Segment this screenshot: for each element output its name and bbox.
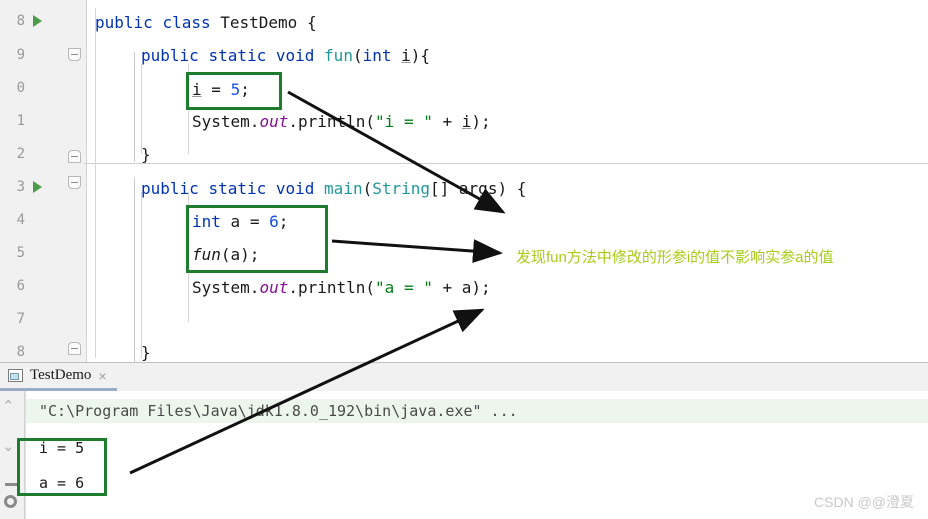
fold-toggle-icon[interactable] [68, 150, 81, 163]
watermark: CSDN @@澄夏 [814, 494, 914, 510]
code-line[interactable]: public static void main(String[] args) { [141, 181, 526, 197]
console-tab-testdemo[interactable]: TestDemo × [0, 363, 117, 391]
line-number: 4 [16, 212, 25, 228]
console-tab-label: TestDemo [30, 367, 92, 383]
line-number-gutter: 8 9 0 1 2 3 4 5 6 7 8 [0, 0, 28, 362]
fold-toggle-icon[interactable] [68, 48, 81, 61]
line-number: 3 [16, 179, 25, 195]
indent-guide [141, 64, 142, 154]
console-window-icon [8, 369, 23, 382]
rerun-icon[interactable] [4, 495, 17, 508]
highlight-box-main-call [186, 205, 328, 273]
scroll-down-icon[interactable]: ⌄ [2, 439, 15, 454]
line-number: 9 [16, 47, 25, 63]
run-gutter-icon[interactable] [33, 15, 42, 27]
code-line[interactable]: public static void fun(int i){ [141, 48, 430, 64]
close-icon[interactable]: × [98, 369, 106, 383]
highlight-box-output [17, 438, 107, 496]
console-tab-bar: TestDemo × [0, 363, 928, 391]
indent-guide [141, 192, 142, 358]
code-line[interactable]: } [141, 147, 151, 163]
line-number: 7 [16, 311, 25, 327]
stop-icon[interactable] [5, 483, 17, 486]
line-number: 0 [16, 80, 25, 96]
code-line[interactable]: System.out.println("i = " + i); [192, 114, 491, 130]
annotation-text: 发现fun方法中修改的形参i的值不影响实参a的值 [516, 249, 834, 266]
line-number: 2 [16, 146, 25, 162]
fold-rail [134, 178, 135, 362]
line-number: 8 [16, 13, 25, 29]
ide-window: 8 9 0 1 2 3 4 5 6 7 8 public class TestD… [0, 0, 928, 519]
console-output[interactable]: "C:\Program Files\Java\jdk1.8.0_192\bin\… [25, 391, 928, 519]
line-number: 1 [16, 113, 25, 129]
fold-separator [84, 163, 928, 164]
highlight-box-i-assign [186, 72, 282, 110]
code-line[interactable]: public class TestDemo { [95, 15, 317, 31]
fold-toggle-icon[interactable] [68, 342, 81, 355]
fold-rail [134, 52, 135, 162]
code-line[interactable]: System.out.println("a = " + a); [192, 280, 491, 296]
indent-guide [95, 8, 96, 358]
run-console-panel[interactable]: TestDemo × ⌃ ⌄ "C:\Program Files\Java\jd… [0, 362, 928, 519]
code-editor[interactable]: 8 9 0 1 2 3 4 5 6 7 8 public class TestD… [0, 0, 928, 362]
console-command-line: "C:\Program Files\Java\jdk1.8.0_192\bin\… [39, 402, 518, 420]
run-marker-gutter[interactable] [28, 0, 60, 362]
line-number: 8 [16, 344, 25, 360]
line-number: 5 [16, 245, 25, 261]
fold-toggle-icon[interactable] [68, 176, 81, 189]
code-line[interactable]: } [141, 345, 151, 361]
run-gutter-icon[interactable] [33, 181, 42, 193]
scroll-up-icon[interactable]: ⌃ [2, 399, 15, 414]
line-number: 6 [16, 278, 25, 294]
